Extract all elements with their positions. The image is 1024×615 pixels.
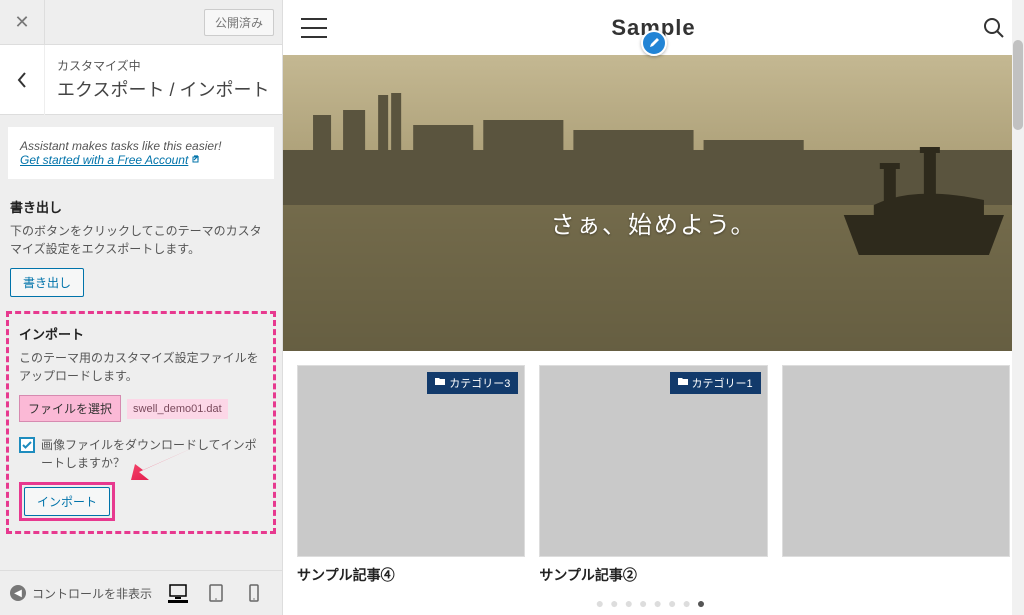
chosen-file-name: swell_demo01.dat	[127, 399, 228, 419]
download-images-checkbox[interactable]	[19, 437, 35, 453]
customizer-panel: ✕ 公開済み カスタマイズ中 エクスポート / インポート Assistant …	[0, 0, 283, 615]
import-section: インポート このテーマ用のカスタマイズ設定ファイルをアップロードします。 ファイ…	[6, 311, 276, 534]
breadcrumb: カスタマイズ中	[57, 57, 269, 74]
panel-title: エクスポート / インポート	[57, 76, 269, 102]
choose-file-button[interactable]: ファイルを選択	[19, 395, 121, 422]
preview-topbar: Sample	[283, 0, 1024, 55]
collapse-controls-button[interactable]: ◀ コントロールを非表示	[10, 585, 152, 602]
device-mobile-button[interactable]	[244, 583, 264, 603]
hero-scene-icon	[283, 55, 1024, 351]
device-switcher	[168, 583, 272, 603]
file-chooser-row: ファイルを選択 swell_demo01.dat	[19, 395, 263, 422]
category-badge[interactable]: カテゴリー3	[427, 372, 518, 394]
post-card[interactable]	[782, 365, 1010, 585]
search-button[interactable]	[982, 16, 1006, 40]
post-title: サンプル記事②	[539, 565, 767, 585]
assistant-promo: Assistant makes tasks like this easier! …	[8, 127, 274, 179]
hero-text: さぁ、始めよう。	[550, 205, 756, 240]
device-tablet-button[interactable]	[206, 583, 226, 603]
post-thumbnail: カテゴリー1	[539, 365, 767, 557]
post-cards-row: カテゴリー3 サンプル記事④ カテゴリー1 サンプル記事②	[283, 351, 1024, 589]
export-button[interactable]: 書き出し	[10, 268, 84, 297]
folder-icon	[435, 377, 445, 389]
import-button-highlight: インポート	[19, 482, 115, 521]
preview-area: Sample	[283, 0, 1024, 615]
external-link-icon	[192, 153, 202, 167]
device-desktop-button[interactable]	[168, 583, 188, 603]
menu-button[interactable]	[301, 18, 327, 38]
post-thumbnail	[782, 365, 1010, 557]
import-button[interactable]: インポート	[24, 487, 110, 516]
post-title: サンプル記事④	[297, 565, 525, 585]
customizer-topbar: ✕ 公開済み	[0, 0, 282, 45]
post-card[interactable]: カテゴリー3 サンプル記事④	[297, 365, 525, 585]
assistant-text: Assistant makes tasks like this easier!	[20, 139, 262, 153]
post-card[interactable]: カテゴリー1 サンプル記事②	[539, 365, 767, 585]
close-customizer-button[interactable]: ✕	[0, 0, 45, 45]
import-description: このテーマ用のカスタマイズ設定ファイルをアップロードします。	[19, 349, 263, 385]
download-images-row: 画像ファイルをダウンロードしてインポートしますか？	[19, 436, 263, 472]
collapse-icon: ◀	[10, 585, 26, 601]
edit-shortcut-button[interactable]	[641, 30, 667, 56]
export-heading: 書き出し	[10, 197, 272, 216]
preview-scrollbar[interactable]	[1012, 0, 1024, 615]
folder-icon	[678, 377, 688, 389]
post-thumbnail: カテゴリー3	[297, 365, 525, 557]
category-badge[interactable]: カテゴリー1	[670, 372, 761, 394]
preview-scrollbar-thumb[interactable]	[1013, 40, 1023, 130]
export-section: 書き出し 下のボタンをクリックしてこのテーマのカスタマイズ設定をエクスポートしま…	[0, 187, 282, 307]
import-heading: インポート	[19, 324, 263, 343]
assistant-link[interactable]: Get started with a Free Account	[20, 153, 202, 167]
slider-pager[interactable]: ●●●●●●●●	[283, 589, 1024, 613]
export-description: 下のボタンをクリックしてこのテーマのカスタマイズ設定をエクスポートします。	[10, 222, 272, 258]
publish-state-button[interactable]: 公開済み	[204, 9, 274, 36]
customizer-footer: ◀ コントロールを非表示	[0, 570, 282, 615]
download-images-label: 画像ファイルをダウンロードしてインポートしますか？	[41, 436, 263, 472]
customizer-header: カスタマイズ中 エクスポート / インポート	[0, 45, 282, 115]
hero-image: さぁ、始めよう。	[283, 55, 1024, 351]
back-button[interactable]	[0, 45, 45, 115]
